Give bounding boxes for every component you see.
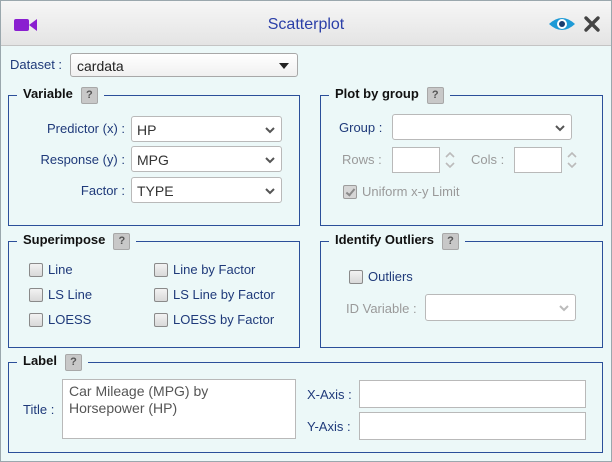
response-value: MPG	[137, 152, 169, 168]
uniform-xy-limit-label: Uniform x-y Limit	[362, 184, 460, 199]
uniform-xy-limit-checkbox[interactable]	[343, 185, 357, 199]
help-icon[interactable]: ?	[426, 87, 444, 104]
group-label: Group :	[339, 120, 383, 135]
loess-label: LOESS	[48, 312, 92, 327]
variable-legend: Variable?	[17, 86, 104, 104]
loess-by-factor-checkbox[interactable]	[154, 313, 168, 327]
rows-label: Rows :	[342, 152, 382, 167]
window-title: Scatterplot	[267, 16, 345, 33]
line-label: Line	[48, 262, 73, 277]
close-icon[interactable]	[583, 15, 601, 33]
ls-line-label: LS Line	[48, 287, 93, 302]
scatterplot-dialog: Scatterplot Dataset : cardata Variable? …	[0, 0, 612, 462]
triangle-down-icon	[279, 63, 289, 69]
superimpose-legend: Superimpose?	[17, 232, 136, 250]
response-label: Response (y) :	[40, 152, 125, 167]
line-by-factor-label: Line by Factor	[173, 262, 256, 277]
cols-input[interactable]	[514, 147, 562, 173]
predictor-label: Predictor (x) :	[46, 121, 125, 136]
line-checkbox[interactable]	[29, 263, 43, 277]
factor-select[interactable]: TYPE	[131, 177, 282, 203]
ls-line-by-factor-label: LS Line by Factor	[173, 287, 275, 302]
group-select[interactable]	[392, 114, 572, 140]
spinner-arrows-icon[interactable]	[567, 150, 577, 170]
chevron-down-icon	[555, 125, 565, 132]
loess-by-factor-label: LOESS by Factor	[173, 312, 275, 327]
id-variable-select[interactable]	[425, 294, 576, 321]
chevron-down-icon	[265, 157, 275, 164]
help-icon[interactable]: ?	[64, 354, 82, 371]
dataset-value: cardata	[77, 58, 124, 74]
eye-icon[interactable]	[548, 15, 576, 33]
response-select[interactable]: MPG	[131, 146, 282, 172]
chevron-down-icon	[559, 305, 569, 312]
title-bar: Scatterplot	[1, 1, 611, 46]
y-axis-label: Y-Axis :	[307, 419, 351, 434]
factor-value: TYPE	[137, 183, 174, 199]
dataset-label: Dataset :	[10, 57, 63, 72]
help-icon[interactable]: ?	[80, 87, 98, 104]
title-textarea[interactable]: Car Mileage (MPG) by Horsepower (HP)	[62, 379, 296, 439]
ls-line-by-factor-checkbox[interactable]	[154, 288, 168, 302]
identify-outliers-legend: Identify Outliers?	[329, 232, 465, 250]
factor-label: Factor :	[80, 183, 125, 198]
predictor-value: HP	[137, 122, 157, 138]
line-by-factor-checkbox[interactable]	[154, 263, 168, 277]
cols-label: Cols :	[471, 152, 505, 167]
loess-checkbox[interactable]	[29, 313, 43, 327]
chevron-down-icon	[265, 188, 275, 195]
y-axis-input[interactable]	[359, 412, 586, 440]
plot-by-group-legend: Plot by group?	[329, 86, 450, 104]
spinner-arrows-icon[interactable]	[445, 150, 455, 170]
x-axis-input[interactable]	[359, 380, 586, 408]
identify-outliers-group: Identify Outliers?	[320, 232, 603, 348]
dataset-select[interactable]: cardata	[70, 53, 298, 77]
help-icon[interactable]: ?	[113, 233, 131, 250]
ls-line-checkbox[interactable]	[29, 288, 43, 302]
help-icon[interactable]: ?	[441, 233, 459, 250]
outliers-label: Outliers	[368, 269, 413, 284]
rows-input[interactable]	[392, 147, 440, 173]
title-label: Title :	[23, 402, 55, 417]
predictor-select[interactable]: HP	[131, 116, 282, 142]
chevron-down-icon	[265, 127, 275, 134]
id-variable-label: ID Variable :	[346, 301, 417, 316]
outliers-checkbox[interactable]	[349, 270, 363, 284]
label-legend: Label?	[17, 353, 88, 371]
x-axis-label: X-Axis :	[307, 387, 352, 402]
